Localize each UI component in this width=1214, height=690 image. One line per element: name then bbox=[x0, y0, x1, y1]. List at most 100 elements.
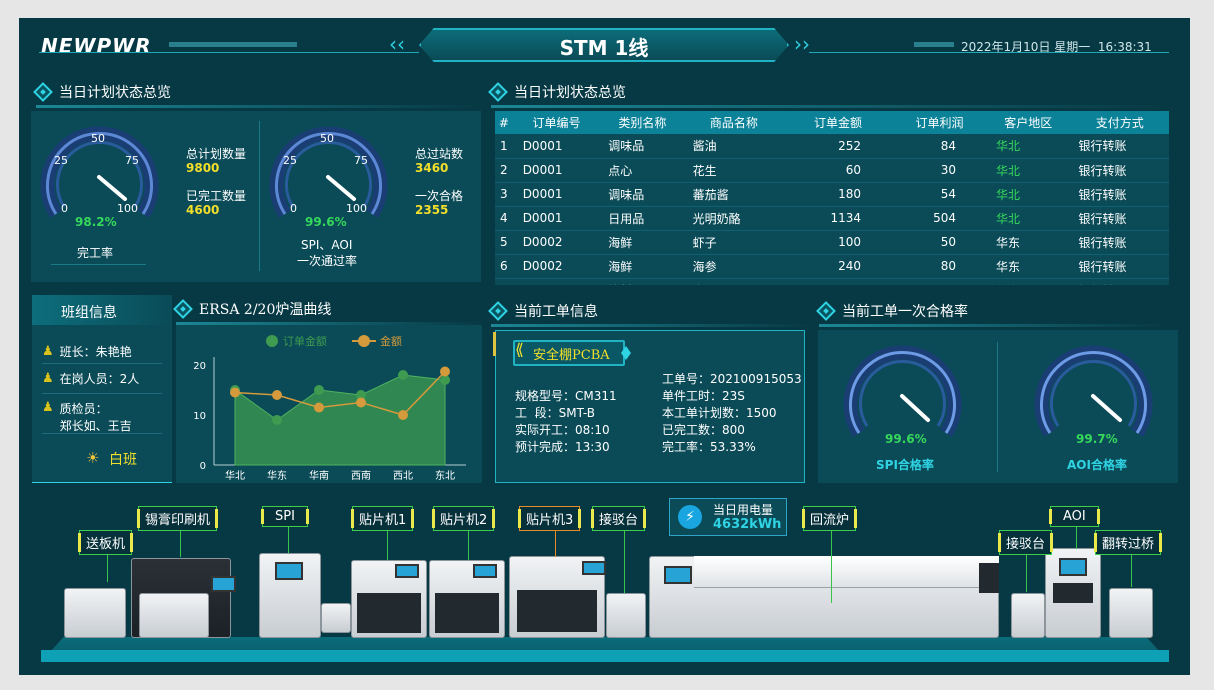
table-row[interactable]: 2 D0001 点心 花生 60 30 华北 银行转账 bbox=[495, 158, 1169, 183]
flip-bridge[interactable] bbox=[1109, 588, 1153, 638]
table-cell: 调味品 bbox=[600, 134, 685, 159]
column-header[interactable]: # bbox=[495, 111, 513, 134]
tag-printer[interactable]: 锡膏印刷机 bbox=[136, 506, 219, 531]
table-row[interactable]: 1 D0001 调味品 酱油 252 84 华北 银行转账 bbox=[495, 134, 1169, 159]
unit-hours: 单件工时：23S bbox=[662, 389, 745, 403]
aoi-pass-gauge bbox=[1034, 345, 1153, 437]
expected-finish: 预计完成：13:30 bbox=[515, 440, 610, 454]
actual-start: 实际开工：08:10 bbox=[515, 423, 610, 437]
tag-loader[interactable]: 送板机 bbox=[77, 530, 134, 555]
printer-base bbox=[139, 593, 209, 638]
x-tick-label: 华南 bbox=[309, 469, 329, 482]
table-cell: 银行转账 bbox=[1070, 134, 1169, 159]
table-cell: 华北 bbox=[986, 134, 1071, 159]
tag-spi[interactable]: SPI bbox=[261, 506, 309, 527]
tag-conveyor3[interactable]: 接驳台 bbox=[997, 530, 1054, 555]
table-cell: 5 bbox=[495, 230, 513, 255]
legend-marker-amount bbox=[358, 335, 370, 347]
gauge2-tick-0: 0 bbox=[290, 202, 297, 215]
completion-rate-value: 98.2% bbox=[75, 215, 117, 229]
table-cell: 饮料品 bbox=[600, 278, 685, 285]
table-cell: 30 bbox=[893, 158, 987, 183]
table-cell: D0002 bbox=[512, 230, 601, 255]
table-row[interactable]: 6 D0002 海鲜 海参 240 80 华东 银行转账 bbox=[495, 254, 1169, 279]
product-chevron-icon: ⟪ bbox=[515, 340, 524, 359]
table-row[interactable]: 7D0002饮料品汽酒894141华东银行转账 bbox=[495, 278, 1169, 285]
first-pass-value: 2355 bbox=[415, 203, 449, 217]
table-cell: 海鲜 bbox=[600, 254, 685, 279]
table-cell: D0001 bbox=[512, 158, 601, 183]
table-cell: 点心 bbox=[600, 158, 685, 183]
total-plan-label: 总计划数量 bbox=[186, 147, 247, 161]
tag-conveyor2[interactable]: 接驳台 bbox=[590, 506, 647, 531]
spi-pass-value: 99.6% bbox=[885, 432, 927, 446]
table-cell: 100 bbox=[783, 230, 894, 255]
completion-rate-caption: 完工率 bbox=[77, 246, 114, 260]
completed-label: 已完工数量 bbox=[186, 189, 247, 203]
tag-aoi[interactable]: AOI bbox=[1049, 506, 1100, 527]
reflow-oven-top bbox=[694, 556, 999, 588]
tag-mounter3[interactable]: 贴片机3 bbox=[517, 506, 582, 531]
gauge1-tick-25: 25 bbox=[54, 154, 68, 167]
y-tick-label: 0 bbox=[200, 461, 206, 472]
table-cell: D0002 bbox=[512, 254, 601, 279]
workorder-title: 当前工单信息 bbox=[514, 304, 598, 320]
header-line-left bbox=[39, 52, 419, 53]
plan-table-panel[interactable]: # 订单编号 类别名称 商品名称 订单金额 订单利润 客户地区 支付方式 1 D0001 调味品酱… bbox=[495, 111, 1169, 285]
column-header[interactable]: 订单金额 bbox=[783, 111, 894, 134]
conveyor-3[interactable] bbox=[1011, 593, 1045, 638]
loader-machine[interactable] bbox=[64, 588, 126, 638]
plan-table-title-row: 当日计划状态总览 bbox=[488, 79, 1169, 108]
table-cell: 银行转账 bbox=[1070, 278, 1169, 285]
gauge1-tick-100: 100 bbox=[117, 202, 138, 215]
table-cell: 504 bbox=[893, 206, 987, 231]
column-header[interactable]: 商品名称 bbox=[684, 111, 784, 134]
table-row[interactable]: 4 D0001 日用品 光明奶酪 1134 504 华北 银行转账 bbox=[495, 206, 1169, 231]
table-cell: 894 bbox=[783, 278, 894, 285]
team-leader-row: ♟ 班长：朱艳艳 bbox=[42, 340, 162, 364]
column-header[interactable]: 客户地区 bbox=[986, 111, 1071, 134]
spi-pass-gauge bbox=[843, 345, 962, 437]
column-header[interactable]: 类别名称 bbox=[600, 111, 685, 134]
product-name: 安全棚PCBA bbox=[533, 348, 610, 363]
header-bar-left bbox=[169, 42, 297, 47]
team-title: 班组信息 bbox=[61, 305, 117, 321]
first-pass-label: 一次合格 bbox=[415, 189, 464, 203]
aoi-screen bbox=[1059, 558, 1087, 576]
dashboard-screen: NEWPWR ‹‹ STM 1线 ›› 2022年1月10日 星期一 16:38… bbox=[19, 18, 1190, 675]
chart-title: ERSA 2/20炉温曲线 bbox=[199, 302, 332, 318]
table-cell: 华东 bbox=[986, 278, 1071, 285]
connector-aoi bbox=[1076, 525, 1077, 549]
table-cell: 光明奶酪 bbox=[684, 206, 784, 231]
point-amount bbox=[314, 402, 324, 413]
table-cell: 80 bbox=[893, 254, 987, 279]
tag-mounter2[interactable]: 贴片机2 bbox=[431, 506, 496, 531]
total-pass-value: 3460 bbox=[415, 161, 449, 175]
column-header[interactable]: 订单编号 bbox=[512, 111, 601, 134]
spi-aoi-caption1: SPI、AOI bbox=[301, 238, 353, 252]
conveyor-2[interactable] bbox=[606, 593, 646, 638]
x-tick-label: 华东 bbox=[267, 469, 287, 482]
chart-panel: 0 10 20 华北 华东 华南 西南 西北 东北 订单金额 金额 bbox=[176, 325, 482, 483]
tag-flip-bridge[interactable]: 翻转过桥 bbox=[1093, 530, 1163, 555]
order-number: 工单号：202100915053 bbox=[662, 372, 802, 386]
column-header[interactable]: 支付方式 bbox=[1070, 111, 1169, 134]
table-cell: 1134 bbox=[783, 206, 894, 231]
table-row[interactable]: 5 D0002 海鲜 虾子 100 50 华东 银行转账 bbox=[495, 230, 1169, 255]
table-cell: 华东 bbox=[986, 254, 1071, 279]
table-row[interactable]: 3 D0001 调味品 蕃茄酱 180 54 华北 银行转账 bbox=[495, 182, 1169, 207]
point-order-amount bbox=[272, 415, 282, 425]
connector-flip bbox=[1131, 552, 1132, 587]
connector-conveyor3 bbox=[1026, 552, 1027, 592]
section: 工 段：SMT-B bbox=[515, 406, 595, 420]
mounter-3-screen bbox=[582, 561, 606, 575]
column-header[interactable]: 订单利润 bbox=[893, 111, 987, 134]
tag-mounter1[interactable]: 贴片机1 bbox=[350, 506, 415, 531]
diamond-icon bbox=[816, 301, 836, 321]
x-tick-label: 华北 bbox=[225, 469, 245, 482]
spi-aoi-value: 99.6% bbox=[305, 215, 347, 229]
lightning-icon: ⚡ bbox=[678, 505, 702, 529]
connector-reflow bbox=[831, 525, 832, 603]
table-cell: 84 bbox=[893, 134, 987, 159]
tag-reflow[interactable]: 回流炉 bbox=[801, 506, 858, 531]
